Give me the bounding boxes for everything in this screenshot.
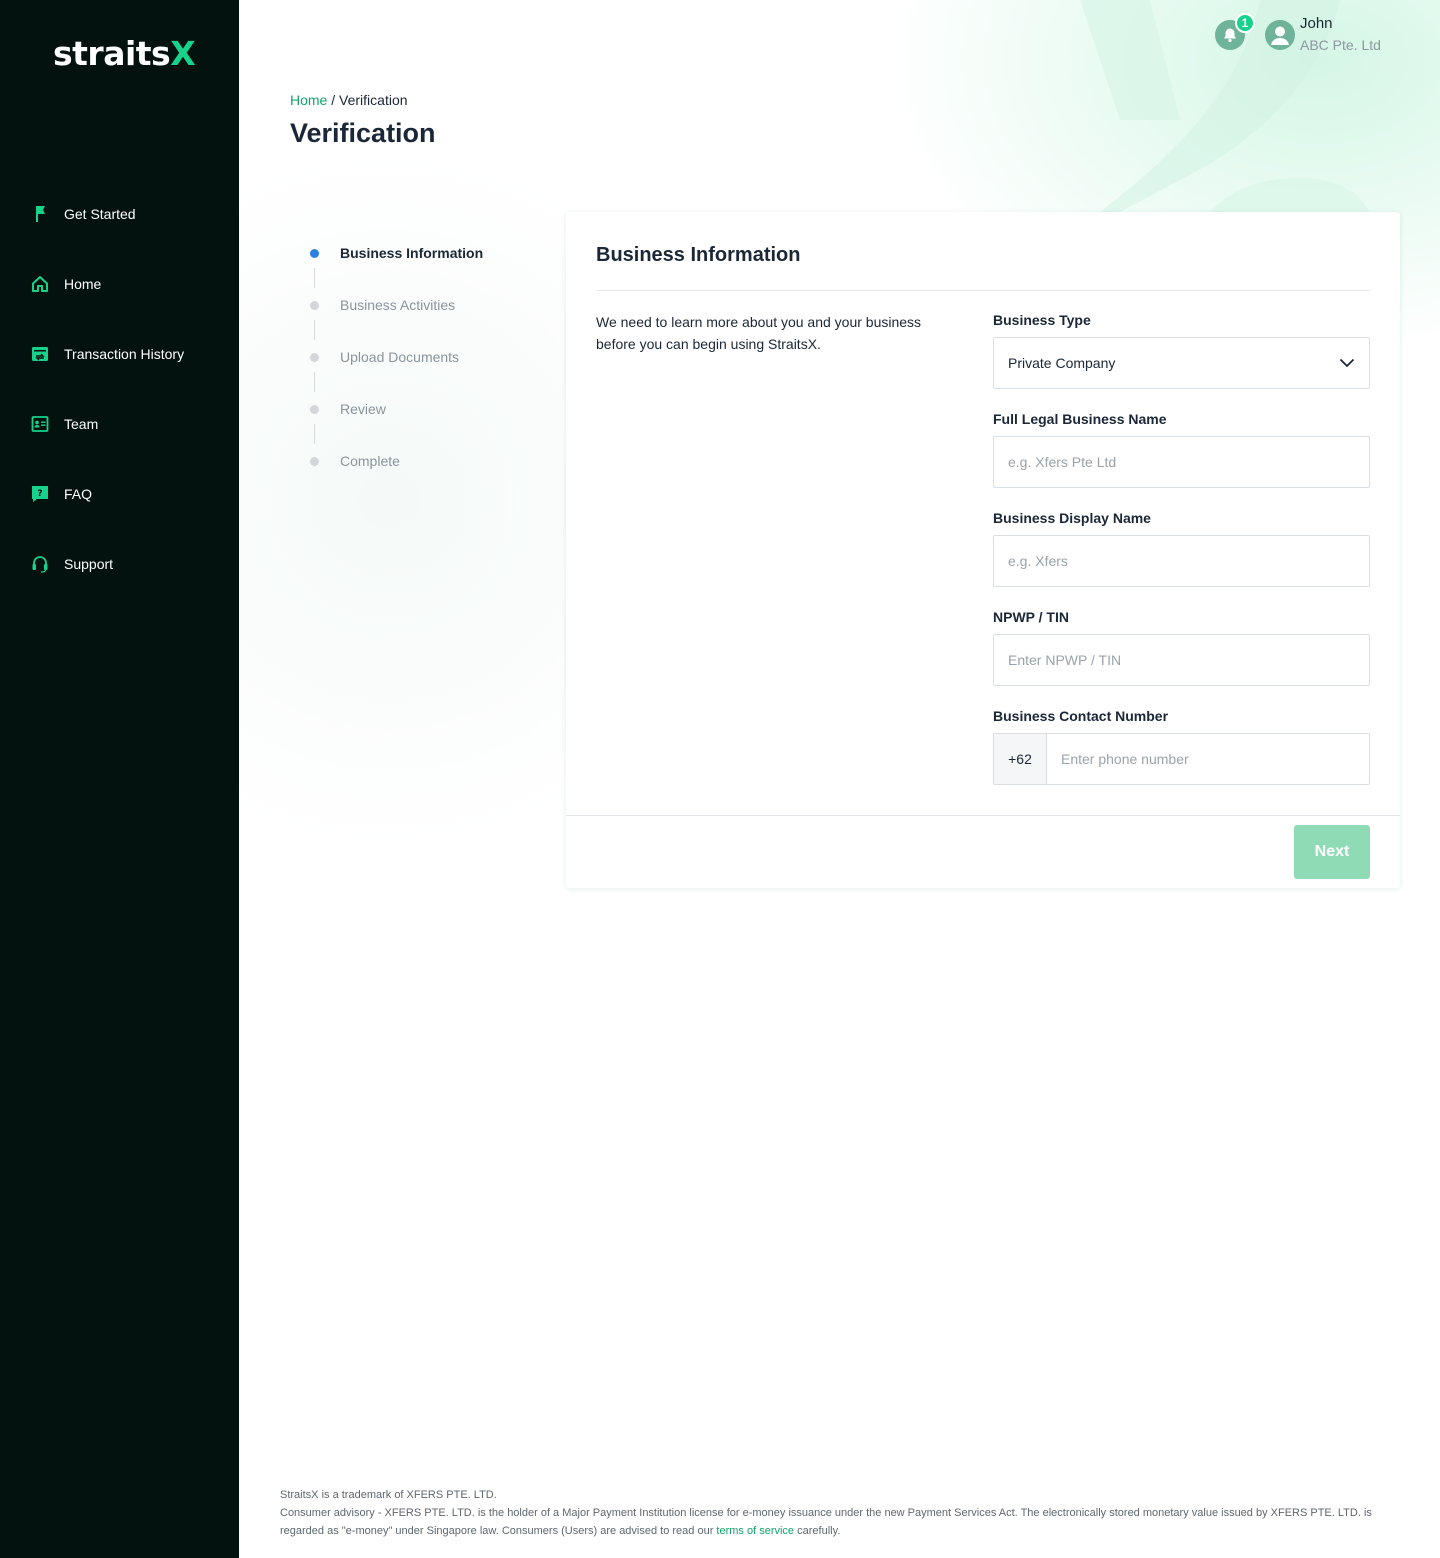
legal-name-label: Full Legal Business Name: [993, 411, 1167, 427]
card-title: Business Information: [596, 244, 801, 266]
step-dot: [310, 301, 319, 310]
logo-accent: X: [170, 34, 196, 73]
sidebar-item-support[interactable]: Support: [0, 529, 239, 599]
bell-icon: [1224, 28, 1236, 43]
notification-badge: 1: [1235, 13, 1255, 33]
background-x-decoration: [1080, 0, 1370, 212]
business-type-select[interactable]: Private Company: [993, 337, 1370, 389]
chevron-down-icon: [1339, 358, 1355, 368]
logo-text: straits: [53, 34, 171, 73]
footer-trademark: StraitsX is a trademark of XFERS PTE. LT…: [280, 1489, 497, 1501]
step-label: Business Activities: [340, 297, 456, 313]
faq-icon: ?: [31, 485, 49, 503]
footer-advisory: Consumer advisory - XFERS PTE. LTD. is t…: [280, 1504, 1405, 1540]
business-type-label: Business Type: [993, 312, 1091, 328]
sidebar-item-label: Transaction History: [64, 346, 185, 362]
business-type-value: Private Company: [1008, 355, 1116, 371]
step-label: Upload Documents: [340, 349, 460, 365]
step-complete: Complete: [310, 448, 483, 500]
legal-footer: StraitsX is a trademark of XFERS PTE. LT…: [280, 1486, 1405, 1540]
sidebar-item-label: Support: [64, 556, 114, 572]
step-dot: [310, 353, 319, 362]
card-footer-divider: [566, 815, 1400, 816]
step-connector: [314, 372, 315, 392]
phone-input-wrapper[interactable]: [1047, 734, 1369, 784]
sidebar-item-label: Team: [64, 416, 99, 432]
step-dot-active: [310, 249, 319, 258]
user-company: ABC Pte. Ltd: [1300, 37, 1381, 53]
verification-stepper: Business Information Business Activities…: [310, 240, 483, 500]
display-name-label: Business Display Name: [993, 510, 1151, 526]
legal-name-field[interactable]: [993, 436, 1370, 488]
next-button[interactable]: Next: [1294, 825, 1370, 879]
step-upload-documents: Upload Documents: [310, 344, 483, 396]
sidebar: straitsX Get Started Home Transaction Hi…: [0, 0, 239, 1558]
team-icon: [31, 415, 49, 433]
step-connector: [314, 424, 315, 444]
sidebar-item-team[interactable]: Team: [0, 389, 239, 459]
breadcrumb-current: Verification: [339, 92, 408, 108]
sidebar-item-label: Get Started: [64, 206, 136, 222]
tin-field[interactable]: [993, 634, 1370, 686]
contact-number-label: Business Contact Number: [993, 708, 1169, 724]
step-connector: [314, 268, 315, 288]
step-connector: [314, 320, 315, 340]
phone-input[interactable]: [1047, 734, 1369, 784]
tin-label: NPWP / TIN: [993, 609, 1069, 625]
headset-icon: [31, 555, 49, 573]
sidebar-item-home[interactable]: Home: [0, 249, 239, 319]
svg-text:?: ?: [37, 489, 42, 499]
page-title: Verification: [290, 118, 436, 148]
sidebar-item-label: Home: [64, 276, 102, 292]
legal-name-input[interactable]: [994, 437, 1369, 487]
step-review: Review: [310, 396, 483, 448]
terms-of-service-link[interactable]: terms of service: [716, 1525, 794, 1537]
sidebar-item-label: FAQ: [64, 486, 93, 502]
card-divider: [596, 290, 1370, 291]
step-label: Business Information: [340, 245, 484, 261]
display-name-field[interactable]: [993, 535, 1370, 587]
user-name[interactable]: John: [1300, 15, 1333, 32]
sidebar-nav: Get Started Home Transaction History Tea…: [0, 179, 239, 599]
country-code-prefix[interactable]: +62: [994, 734, 1047, 784]
display-name-input[interactable]: [994, 536, 1369, 586]
contact-number-field[interactable]: +62: [993, 733, 1370, 785]
breadcrumb-separator: /: [327, 92, 340, 108]
step-business-activities: Business Activities: [310, 292, 483, 344]
sidebar-item-get-started[interactable]: Get Started: [0, 179, 239, 249]
user-icon: [1271, 26, 1289, 45]
breadcrumb-home-link[interactable]: Home: [290, 92, 327, 108]
step-business-information: Business Information: [310, 240, 483, 292]
transaction-icon: [31, 345, 49, 363]
step-dot: [310, 405, 319, 414]
step-label: Complete: [340, 453, 400, 469]
footer-advisory-end: carefully.: [794, 1525, 841, 1537]
business-information-card: Business Information We need to learn mo…: [566, 212, 1400, 888]
step-dot: [310, 457, 319, 466]
step-label: Review: [340, 401, 386, 417]
avatar[interactable]: [1265, 20, 1295, 50]
sidebar-item-transaction-history[interactable]: Transaction History: [0, 319, 239, 389]
breadcrumb: Home / Verification: [290, 92, 408, 108]
flag-icon: [31, 205, 49, 223]
sidebar-item-faq[interactable]: ? FAQ: [0, 459, 239, 529]
tin-input[interactable]: [994, 635, 1369, 685]
home-icon: [31, 275, 49, 293]
card-description: We need to learn more about you and your…: [596, 314, 922, 352]
straitsx-logo[interactable]: straitsX: [53, 34, 196, 73]
